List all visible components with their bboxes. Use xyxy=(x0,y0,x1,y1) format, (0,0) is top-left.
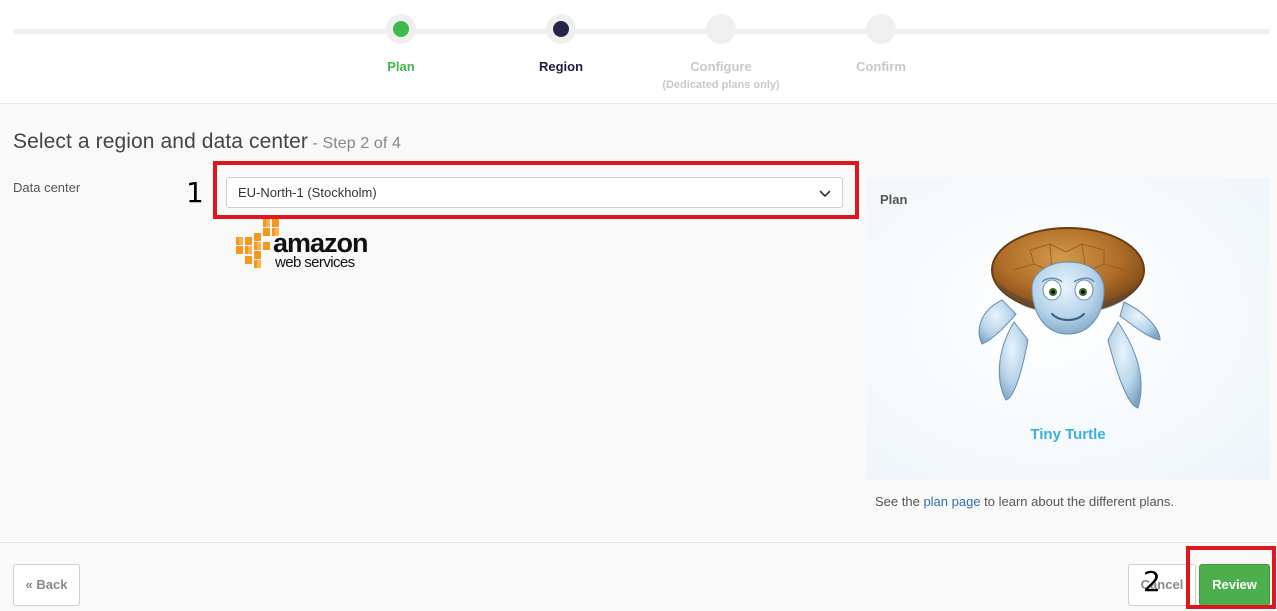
plan-panel: Plan Tiny Turtle xyxy=(866,178,1270,480)
annotation-highlight-2 xyxy=(1186,546,1276,609)
step-configure-sublabel: (Dedicated plans only) xyxy=(662,79,780,91)
plan-note-before: See the xyxy=(875,494,924,509)
chevron-down-icon xyxy=(819,187,831,205)
page-title-text: Select a region and data center xyxy=(13,130,308,153)
step-plan-label: Plan xyxy=(387,59,415,74)
step-configure-indicator xyxy=(706,14,736,44)
step-count: - Step 2 of 4 xyxy=(307,135,401,152)
step-region-indicator xyxy=(546,14,576,44)
step-confirm-label: Confirm xyxy=(856,59,906,74)
step-current-dot xyxy=(553,21,569,37)
step-region: Region xyxy=(481,14,641,74)
step-plan[interactable]: Plan xyxy=(321,14,481,74)
plan-name: Tiny Turtle xyxy=(1030,426,1106,443)
turtle-mascot-image xyxy=(970,222,1166,423)
plan-page-link[interactable]: plan page xyxy=(923,494,980,509)
data-center-select[interactable]: EU-North-1 (Stockholm) xyxy=(226,177,843,208)
data-center-label: Data center xyxy=(13,180,81,195)
amazon-web-services-logo: amazon web services xyxy=(235,216,370,275)
annotation-number-2: 2 xyxy=(1143,565,1161,598)
step-plan-indicator xyxy=(386,14,416,44)
progress-stepper: Plan Region Configure (Dedicated plans o… xyxy=(0,0,1277,104)
aws-logo-webservices-text: web services xyxy=(274,254,355,270)
plan-heading: Plan xyxy=(880,192,908,207)
step-confirm-indicator xyxy=(866,14,896,44)
data-center-selected-value: EU-North-1 (Stockholm) xyxy=(238,185,377,200)
step-confirm: Confirm xyxy=(801,14,961,74)
step-configure: Configure (Dedicated plans only) xyxy=(641,14,801,91)
page-title: Select a region and data center - Step 2… xyxy=(13,130,401,154)
plan-note: See the plan page to learn about the dif… xyxy=(875,494,1174,509)
footer: « Back Cancel Review xyxy=(0,542,1277,611)
step-complete-dot xyxy=(393,21,409,37)
annotation-number-1: 1 xyxy=(186,176,204,209)
plan-note-after: to learn about the different plans. xyxy=(980,494,1175,509)
step-configure-label: Configure xyxy=(690,59,752,74)
back-button[interactable]: « Back xyxy=(13,564,80,606)
step-region-label: Region xyxy=(538,59,584,74)
